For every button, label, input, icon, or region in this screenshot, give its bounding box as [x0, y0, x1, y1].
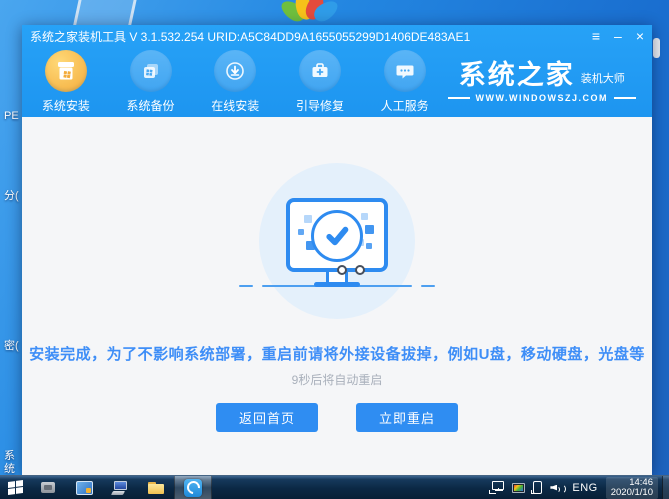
chat-bubble-icon	[384, 50, 426, 92]
taskbar-spacer	[212, 476, 489, 499]
window-controls: ≡ – ×	[592, 29, 644, 43]
nav-item-label: 在线安装	[211, 97, 259, 114]
monitor-base	[314, 282, 360, 287]
backup-windows-icon	[130, 50, 172, 92]
taskbar-item-installer-app[interactable]	[174, 476, 212, 499]
chip-icon	[41, 482, 55, 493]
decorative-dot	[355, 265, 365, 275]
restart-now-button[interactable]: 立即重启	[356, 403, 458, 432]
monitor-screen	[293, 205, 381, 265]
brand-website: WWW.WINDOWSZJ.COM	[448, 93, 636, 103]
installer-app-icon	[184, 479, 202, 497]
close-icon[interactable]: ×	[636, 29, 644, 43]
device-icon[interactable]	[533, 481, 542, 494]
window-title: 系统之家装机工具 V 3.1.532.254 URID:A5C84DD9A165…	[30, 28, 592, 45]
app-window: 系统之家装机工具 V 3.1.532.254 URID:A5C84DD9A165…	[22, 25, 652, 475]
restart-countdown: 9秒后将自动重启	[22, 371, 652, 388]
window-header: 系统之家装机工具 V 3.1.532.254 URID:A5C84DD9A165…	[22, 25, 652, 117]
desktop-icon-flower-logo[interactable]	[283, 0, 335, 22]
clock-time: 14:46	[611, 478, 653, 488]
install-box-icon	[45, 50, 87, 92]
download-icon	[214, 50, 256, 92]
brand-logo: 系统之家 装机大师 WWW.WINDOWSZJ.COM	[448, 61, 636, 103]
snip-tool-icon	[76, 481, 93, 495]
show-desktop-button[interactable]	[662, 476, 669, 499]
display-color-icon[interactable]	[512, 483, 525, 493]
start-button[interactable]	[0, 476, 30, 499]
system-tray: ENG 14:46 2020/1/10	[489, 476, 662, 499]
titlebar[interactable]: 系统之家装机工具 V 3.1.532.254 URID:A5C84DD9A165…	[22, 25, 652, 47]
desktop-icon-label[interactable]: 系统	[4, 450, 20, 476]
nav-item-human-service[interactable]: 人工服务	[363, 50, 447, 114]
taskbar-item-computer[interactable]	[102, 476, 138, 499]
taskbar: ENG 14:46 2020/1/10	[0, 475, 669, 499]
button-row: 返回首页 立即重启	[22, 403, 652, 432]
install-complete-message: 安装完成，为了不影响系统部署，重启前请将外接设备拔掉，例如U盘，移动硬盘，光盘等	[22, 343, 652, 364]
nav-item-label: 引导修复	[296, 97, 344, 114]
clock-date: 2020/1/10	[611, 488, 653, 498]
decorative-dot	[337, 265, 347, 275]
language-indicator[interactable]: ENG	[572, 482, 597, 494]
brand-name: 系统之家	[459, 61, 575, 89]
desktop-icon-label[interactable]: PE	[4, 110, 20, 123]
nav-item-boot-repair[interactable]: 引导修复	[278, 50, 362, 114]
nav-item-label: 系统安装	[42, 97, 90, 114]
folder-icon	[148, 482, 164, 494]
nav-item-system-backup[interactable]: 系统备份	[109, 50, 193, 114]
desktop-edge-scroll-thumb	[653, 38, 660, 58]
clock[interactable]: 14:46 2020/1/10	[606, 477, 658, 499]
nav-bar: 系统安装 系统备份	[22, 47, 652, 117]
repair-toolbox-icon	[299, 50, 341, 92]
nav-item-online-install[interactable]: 在线安装	[193, 50, 277, 114]
taskbar-item-snip-tool[interactable]	[66, 476, 102, 499]
menu-icon[interactable]: ≡	[592, 29, 600, 43]
brand-suffix: 装机大师	[581, 70, 625, 86]
main-content: 安装完成，为了不影响系统部署，重启前请将外接设备拔掉，例如U盘，移动硬盘，光盘等…	[22, 117, 652, 475]
network-icon[interactable]	[489, 481, 504, 494]
minimize-icon[interactable]: –	[614, 29, 622, 43]
windows-logo-icon	[8, 480, 23, 495]
taskbar-item-explorer[interactable]	[138, 476, 174, 499]
nav-item-system-install[interactable]: 系统安装	[24, 50, 108, 114]
desktop-icon-label[interactable]: 分(	[4, 190, 20, 203]
speaker-icon[interactable]	[550, 483, 564, 493]
computer-icon	[112, 481, 128, 495]
monitor-graphic	[286, 198, 388, 272]
checkmark-icon	[311, 210, 363, 262]
success-illustration	[259, 163, 415, 319]
nav-item-label: 系统备份	[127, 97, 175, 114]
nav-item-label: 人工服务	[381, 97, 429, 114]
taskbar-item-hardware[interactable]	[30, 476, 66, 499]
home-button[interactable]: 返回首页	[216, 403, 318, 432]
desktop-icon-label[interactable]: 密(	[4, 340, 20, 353]
